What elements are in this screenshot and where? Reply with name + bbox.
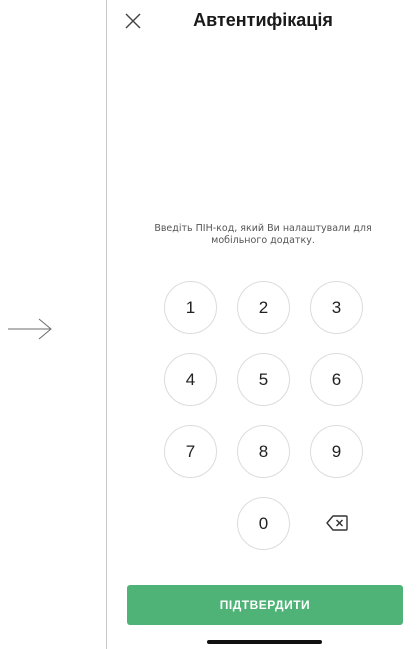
key-4[interactable]: 4 <box>164 353 217 406</box>
arrow-right-icon <box>8 318 52 340</box>
key-3[interactable]: 3 <box>310 281 363 334</box>
key-9[interactable]: 9 <box>310 425 363 478</box>
home-indicator <box>207 640 322 644</box>
backspace-icon <box>326 515 348 531</box>
key-2[interactable]: 2 <box>237 281 290 334</box>
key-5[interactable]: 5 <box>237 353 290 406</box>
pin-keypad: 1 2 3 4 5 6 7 8 9 0 <box>107 0 418 649</box>
key-7[interactable]: 7 <box>164 425 217 478</box>
key-1[interactable]: 1 <box>164 281 217 334</box>
key-6[interactable]: 6 <box>310 353 363 406</box>
key-8[interactable]: 8 <box>237 425 290 478</box>
phone-screen: Автентифікація Введіть ПІН-код, який Ви … <box>106 0 418 649</box>
backspace-button[interactable] <box>320 506 354 540</box>
confirm-button[interactable]: ПІДТВЕРДИТИ <box>127 585 403 625</box>
key-0[interactable]: 0 <box>237 497 290 550</box>
